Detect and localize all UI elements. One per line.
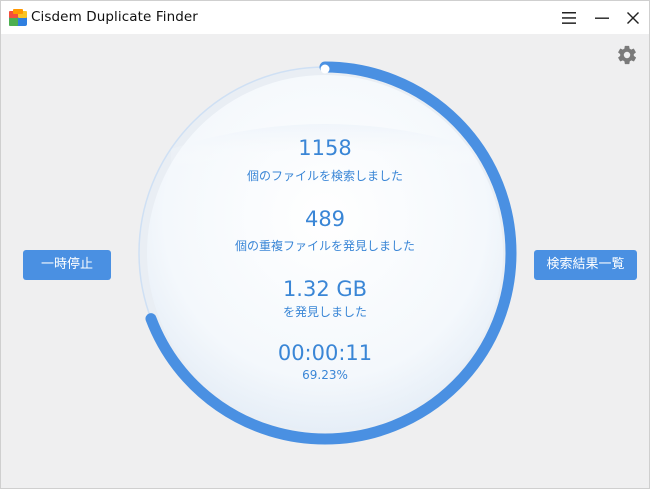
duplicates-label: 個の重複ファイルを発見しました: [234, 239, 415, 253]
duplicate-size-label: を発見しました: [282, 305, 367, 319]
scan-stats: 1158 個のファイルを検索しました 489 個の重複ファイルを発見しました 1…: [131, 59, 519, 447]
close-button[interactable]: [616, 1, 649, 34]
elapsed-time: 00:00:11: [277, 341, 373, 365]
window-title: Cisdem Duplicate Finder: [31, 9, 198, 25]
pause-button[interactable]: 一時停止: [23, 250, 111, 280]
title-bar: Cisdem Duplicate Finder: [1, 1, 649, 34]
hamburger-menu-icon: [562, 11, 576, 24]
minimize-button[interactable]: [585, 1, 619, 34]
files-scanned-count: 1158: [298, 136, 352, 160]
duplicate-size: 1.32 GB: [282, 277, 368, 301]
app-window: Cisdem Duplicate Finder 一時停止 検索結果一覧 1158…: [0, 0, 650, 489]
results-list-button[interactable]: 検索結果一覧: [534, 250, 637, 280]
minimize-icon: [595, 17, 609, 19]
menu-button[interactable]: [552, 1, 586, 34]
gear-icon[interactable]: [616, 44, 638, 66]
progress-percent: 69.23%: [302, 368, 348, 382]
close-icon: [627, 11, 639, 24]
files-scanned-label: 個のファイルを検索しました: [246, 169, 403, 183]
app-logo-icon: [9, 9, 27, 26]
duplicates-count: 489: [304, 207, 346, 231]
